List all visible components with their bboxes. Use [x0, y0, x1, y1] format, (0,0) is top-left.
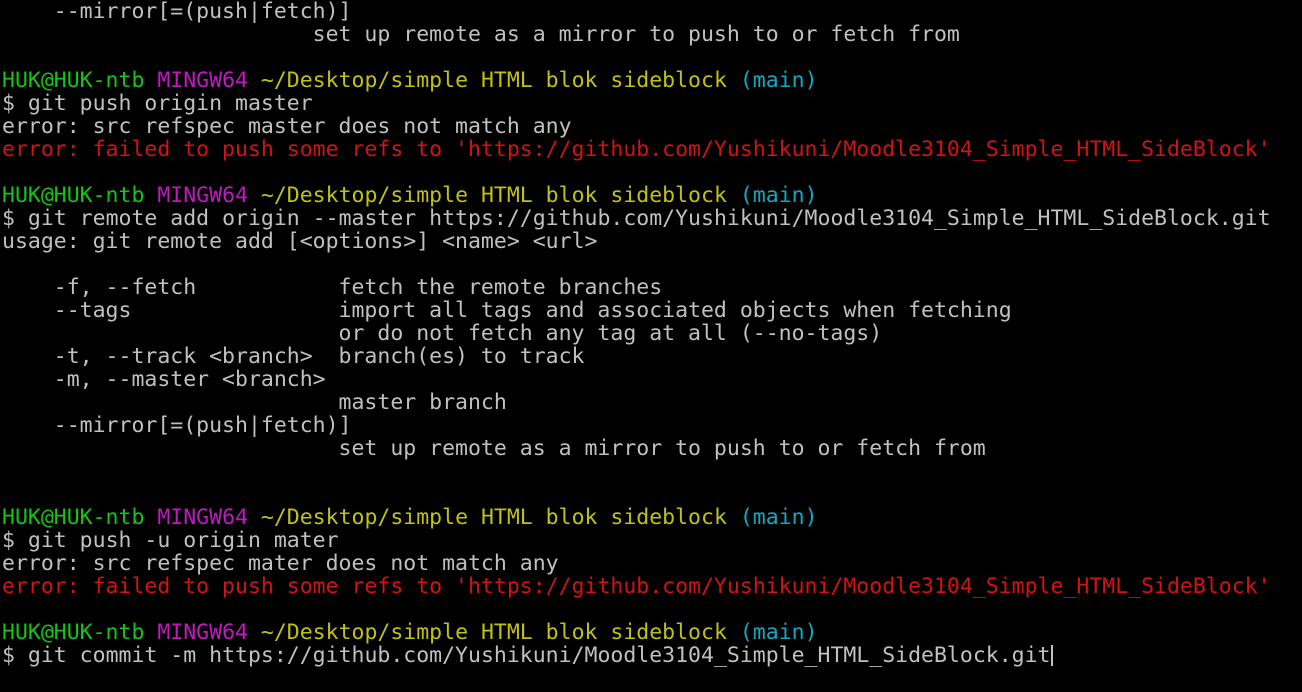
prompt-path: ~/Desktop/simple HTML blok sideblock — [260, 505, 727, 530]
prompt-user-host: HUK@HUK-ntb — [2, 68, 145, 93]
prompt-system: MINGW64 — [157, 620, 248, 645]
command-text: git push origin master — [27, 91, 313, 116]
prompt-path: ~/Desktop/simple HTML blok sideblock — [260, 620, 727, 645]
help-option-master: -m, --master <branch> — [2, 367, 326, 392]
prompt-path: ~/Desktop/simple HTML blok sideblock — [260, 68, 727, 93]
prompt-line: HUK@HUK-ntb MINGW64 ~/Desktop/simple HTM… — [2, 506, 1302, 529]
prompt-branch: (main) — [739, 183, 818, 208]
output-line: error: src refspec master does not match… — [2, 114, 572, 139]
active-command-input[interactable]: $ git commit -m https://github.com/Yushi… — [2, 644, 1302, 667]
prompt-path: ~/Desktop/simple HTML blok sideblock — [260, 183, 727, 208]
prompt-symbol: $ — [2, 91, 15, 116]
prompt-symbol: $ — [2, 528, 15, 553]
prompt-symbol: $ — [2, 206, 15, 231]
help-option-fetch: -f, --fetch fetch the remote branches — [2, 275, 663, 300]
prompt-line: HUK@HUK-ntb MINGW64 ~/Desktop/simple HTM… — [2, 69, 1302, 92]
error-line: error: failed to push some refs to 'http… — [2, 137, 1271, 162]
output-line: usage: git remote add [<options>] <name>… — [2, 229, 598, 254]
help-desc-no-tags: or do not fetch any tag at all (--no-tag… — [2, 321, 883, 346]
command-line: $ git push -u origin mater — [2, 529, 1302, 552]
help-desc-master: master branch — [2, 390, 507, 415]
error-line: error: failed to push some refs to 'http… — [2, 574, 1271, 599]
help-option-mirror: --mirror[=(push|fetch)] — [2, 413, 352, 438]
command-text: git push -u origin mater — [27, 528, 339, 553]
prompt-system: MINGW64 — [157, 68, 248, 93]
prompt-line: HUK@HUK-ntb MINGW64 ~/Desktop/simple HTM… — [2, 184, 1302, 207]
command-text: git remote add origin --master https://g… — [27, 206, 1271, 231]
prompt-branch: (main) — [739, 505, 818, 530]
text-cursor — [1050, 645, 1053, 666]
prompt-user-host: HUK@HUK-ntb — [2, 183, 145, 208]
prompt-system: MINGW64 — [157, 183, 248, 208]
prompt-user-host: HUK@HUK-ntb — [2, 620, 145, 645]
command-text[interactable]: git commit -m https://github.com/Yushiku… — [28, 643, 1051, 668]
prompt-user-host: HUK@HUK-ntb — [2, 505, 145, 530]
terminal-window[interactable]: --mirror[=(push|fetch)] set up remote as… — [0, 0, 1302, 692]
help-option-tags: --tags import all tags and associated ob… — [2, 298, 1012, 323]
help-desc-mirror: set up remote as a mirror to push to or … — [2, 436, 986, 461]
prompt-line: HUK@HUK-ntb MINGW64 ~/Desktop/simple HTM… — [2, 621, 1302, 644]
output-line: error: src refspec mater does not match … — [2, 551, 559, 576]
command-line: $ git push origin master — [2, 92, 1302, 115]
prompt-system: MINGW64 — [157, 505, 248, 530]
help-option-mirror: --mirror[=(push|fetch)] — [2, 0, 352, 24]
prompt-symbol: $ — [2, 643, 15, 668]
help-desc-mirror: set up remote as a mirror to push to or … — [2, 22, 960, 47]
command-line: $ git remote add origin --master https:/… — [2, 207, 1302, 230]
help-option-track: -t, --track <branch> branch(es) to track — [2, 344, 585, 369]
prompt-branch: (main) — [739, 68, 818, 93]
prompt-branch: (main) — [739, 620, 818, 645]
